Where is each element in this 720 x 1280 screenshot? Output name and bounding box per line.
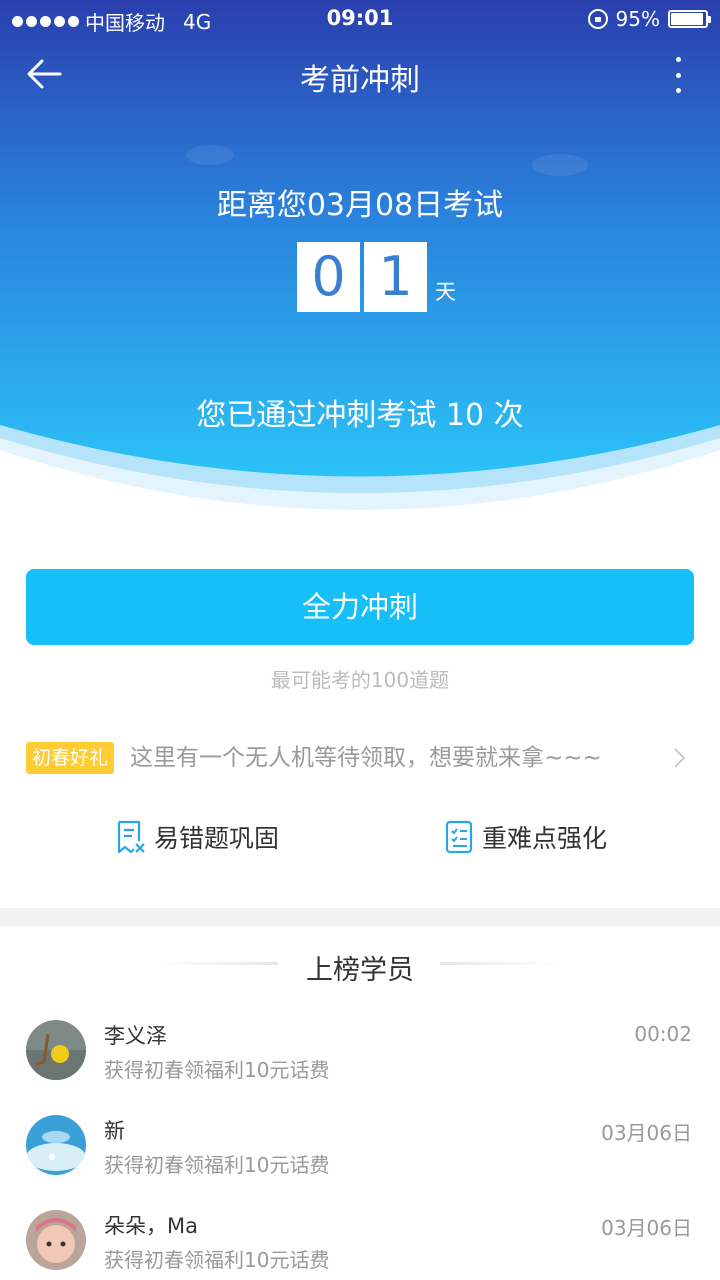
student-name: 李义泽 — [104, 1024, 167, 1048]
chevron-right-icon — [674, 748, 686, 768]
wrong-questions-icon — [117, 820, 145, 854]
avatar — [26, 1020, 86, 1080]
shortcut-row: 易错题巩固 重难点强化 — [0, 815, 720, 865]
exam-date-text: 距离您03月08日考试 — [0, 180, 720, 224]
wrong-questions-label: 易错题巩固 — [154, 824, 280, 853]
sprint-hint: 最可能考的100道题 — [270, 668, 450, 692]
reward-time: 03月06日 — [601, 1216, 692, 1240]
exam-date-suffix: 考试 — [443, 188, 504, 223]
title-line-right — [440, 962, 560, 965]
page-title: 考前冲刺 — [300, 63, 420, 98]
countdown-digit-2: 1 — [364, 242, 427, 312]
reward-time: 00:02 — [634, 1022, 692, 1046]
student-name: 新 — [104, 1119, 125, 1143]
countdown-unit: 天 — [435, 280, 456, 304]
key-points-button[interactable]: 重难点强化 — [444, 819, 607, 855]
reward-desc: 获得初春领福利10元话费 — [104, 1153, 330, 1177]
status-bar: 中国移动 4G 09:01 95% — [0, 0, 720, 38]
more-menu-button[interactable] — [666, 57, 690, 93]
key-points-label: 重难点强化 — [482, 824, 608, 853]
promo-banner[interactable]: 初春好礼 这里有一个无人机等待领取，想要就来拿~~~ — [26, 740, 694, 780]
reward-desc: 获得初春领福利10元话费 — [104, 1058, 330, 1082]
student-name: 朵朵，Ma — [104, 1214, 198, 1238]
avatar — [26, 1210, 86, 1270]
ranking-item[interactable]: 朵朵，Ma 获得初春领福利10元话费 03月06日 — [0, 1210, 720, 1280]
rotation-lock-icon — [587, 9, 608, 29]
countdown-digit-1: 0 — [297, 242, 360, 312]
battery-icon — [668, 10, 711, 28]
exam-date: 03月08日 — [306, 188, 444, 223]
ranking-item[interactable]: 李义泽 获得初春领福利10元话费 00:02 — [0, 1020, 720, 1112]
full-sprint-button[interactable]: 全力冲刺 — [26, 569, 694, 645]
section-divider — [0, 908, 720, 926]
battery-percent: 95% — [615, 7, 660, 31]
avatar — [26, 1115, 86, 1175]
nav-bar: 考前冲刺 — [0, 40, 720, 110]
passed-count-text: 您已通过冲刺考试 10 次 — [196, 398, 524, 433]
reward-time: 03月06日 — [601, 1121, 692, 1145]
promo-text: 这里有一个无人机等待领取，想要就来拿~~~ — [130, 745, 602, 771]
ranking-title: 上榜学员 — [306, 955, 414, 986]
countdown: 0 1 天 — [297, 242, 456, 312]
app-root: 中国移动 4G 09:01 95% 考前冲刺 距离您03月08日考试 0 1 天… — [0, 0, 720, 1280]
exam-date-prefix: 距离您 — [216, 188, 307, 223]
reward-desc: 获得初春领福利10元话费 — [104, 1248, 330, 1272]
key-points-icon — [445, 820, 473, 854]
promo-tag: 初春好礼 — [26, 742, 115, 774]
hero-banner: 中国移动 4G 09:01 95% 考前冲刺 距离您03月08日考试 0 1 天… — [0, 0, 720, 520]
ranking-item[interactable]: 新 获得初春领福利10元话费 03月06日 — [0, 1115, 720, 1207]
wrong-questions-button[interactable]: 易错题巩固 — [116, 819, 279, 855]
more-dots-icon — [675, 57, 681, 62]
